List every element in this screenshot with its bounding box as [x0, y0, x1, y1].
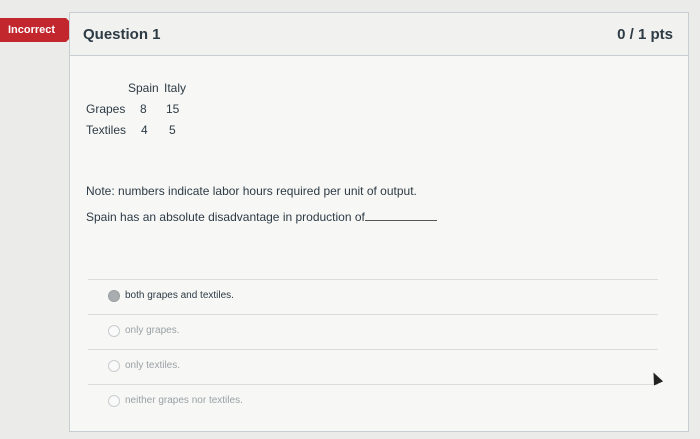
answer-option[interactable]: only textiles.: [88, 349, 658, 384]
question-note: Note: numbers indicate labor hours requi…: [86, 184, 417, 198]
table-row-label: Grapes: [86, 102, 126, 116]
question-prompt-text: Spain has an absolute disadvantage in pr…: [86, 210, 365, 224]
answer-blank: [364, 210, 437, 221]
answer-label: neither grapes nor textiles.: [125, 395, 243, 406]
table-cell-spain: 8: [140, 102, 147, 116]
table-cell-spain: 4: [141, 123, 148, 137]
radio-icon[interactable]: [108, 395, 120, 407]
radio-selected-icon[interactable]: [108, 290, 120, 302]
question-header: Question 1 0 / 1 pts: [70, 13, 688, 56]
answer-option[interactable]: both grapes and textiles.: [88, 279, 658, 314]
question-points: 0 / 1 pts: [617, 26, 673, 43]
answer-label: both grapes and textiles.: [125, 290, 234, 301]
question-card: Question 1 0 / 1 pts Spain Italy Grapes …: [69, 12, 689, 432]
question-prompt: Spain has an absolute disadvantage in pr…: [86, 210, 437, 224]
radio-icon[interactable]: [108, 360, 120, 372]
table-header-spain: Spain: [128, 81, 159, 95]
table-row-label: Textiles: [86, 123, 127, 137]
incorrect-badge-label: Incorrect: [8, 24, 56, 36]
answer-label: only textiles.: [125, 360, 181, 371]
question-title: Question 1: [83, 26, 161, 43]
table-cell-italy: 15: [166, 102, 180, 116]
radio-icon[interactable]: [108, 325, 120, 337]
answer-label: only grapes.: [125, 325, 180, 336]
table-cell-italy: 5: [169, 123, 176, 137]
answer-option[interactable]: neither grapes nor textiles.: [88, 384, 658, 419]
table-header-italy: Italy: [164, 81, 187, 95]
incorrect-badge: Incorrect: [0, 18, 66, 42]
answer-option[interactable]: only grapes.: [88, 314, 658, 349]
